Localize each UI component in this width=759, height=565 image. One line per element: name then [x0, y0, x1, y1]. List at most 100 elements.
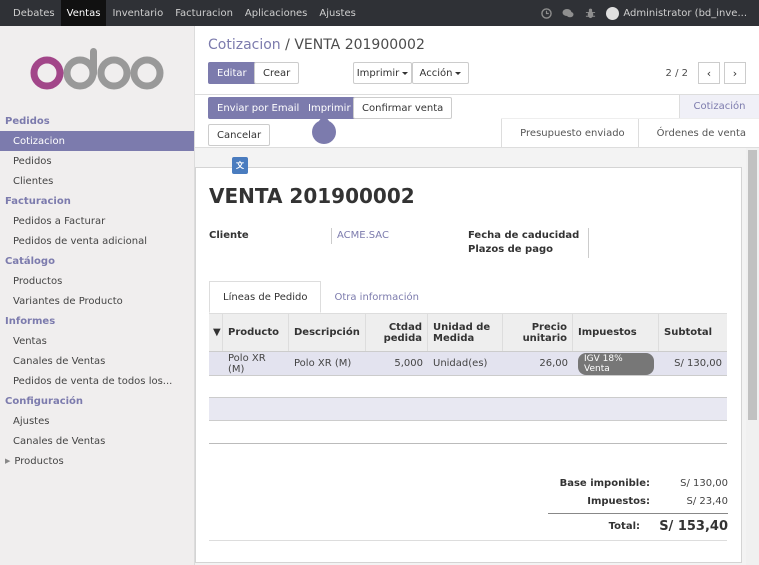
col-taxes[interactable]: Impuestos	[573, 314, 659, 351]
caret-right-icon: ▶	[5, 457, 11, 465]
sidebar-item-ajustes[interactable]: Ajustes	[0, 411, 194, 431]
menu-ajustes[interactable]: Ajustes	[313, 0, 361, 26]
order-lines-table: ▼ Producto Descripción Ctdad pedida Unid…	[209, 314, 727, 376]
field-divider	[588, 228, 589, 258]
sidebar: Pedidos Cotizacion Pedidos Clientes Fact…	[0, 26, 195, 565]
sidebar-item-pedidos-todos[interactable]: Pedidos de venta de todos los...	[0, 371, 194, 391]
pager-value[interactable]: 2 / 2	[666, 68, 688, 79]
sidebar-item-canales-config[interactable]: Canales de Ventas	[0, 431, 194, 451]
breadcrumb-parent[interactable]: Cotizacion	[208, 37, 281, 53]
form-area: 文 VENTA 201900002 Cliente ACME.SAC Fecha…	[195, 148, 759, 565]
table-row[interactable]: Polo XR (M) Polo XR (M) 5,000 Unidad(es)…	[209, 352, 727, 376]
send-email-button[interactable]: Enviar por Email	[208, 97, 309, 119]
sidebar-item-productos[interactable]: Productos	[0, 271, 194, 291]
table-header: ▼ Producto Descripción Ctdad pedida Unid…	[209, 314, 727, 352]
sidebar-item-productos-config[interactable]: ▶ Productos	[0, 451, 194, 471]
expiry-label: Fecha de caducidad	[468, 230, 580, 241]
tax-row: Impuestos: S/ 23,40	[548, 492, 728, 510]
col-quantity[interactable]: Ctdad pedida	[366, 314, 428, 351]
nav-section-informes: Informes	[5, 315, 56, 327]
col-unit-price[interactable]: Precio unitario	[503, 314, 573, 351]
print-dropdown-button[interactable]: Imprimir	[353, 62, 412, 84]
clock-icon[interactable]	[540, 7, 552, 19]
stage-sent[interactable]: Presupuesto enviado	[501, 118, 638, 149]
cancel-button[interactable]: Cancelar	[208, 124, 271, 146]
scrollbar-thumb[interactable]	[748, 150, 757, 420]
empty-row	[209, 397, 727, 421]
nav-section-configuracion: Configuración	[5, 395, 84, 407]
customer-value[interactable]: ACME.SAC	[337, 230, 389, 241]
next-record-button[interactable]: ›	[724, 62, 746, 84]
form-sheet: 文 VENTA 201900002 Cliente ACME.SAC Fecha…	[195, 157, 742, 563]
chat-icon[interactable]	[562, 7, 574, 19]
col-product[interactable]: Producto	[223, 314, 289, 351]
total-value: S/ 153,40	[659, 518, 728, 534]
form-tabs: Líneas de Pedido Otra información	[209, 281, 432, 313]
sort-handle-icon[interactable]: ▼	[209, 314, 223, 351]
caret-down-icon	[455, 71, 462, 75]
scrollbar[interactable]	[746, 148, 759, 565]
main-content: Cotizacion / VENTA 201900002 Editar Crea…	[195, 26, 759, 565]
sheet-bottom-divider	[209, 540, 727, 541]
translate-icon[interactable]: 文	[232, 157, 248, 174]
cell-uom: Unidad(es)	[433, 358, 488, 369]
tab-other-info[interactable]: Otra información	[321, 281, 432, 313]
menu-facturacion[interactable]: Facturacion	[169, 0, 239, 26]
field-divider	[331, 228, 332, 244]
app-menu: Debates Ventas Inventario Facturacion Ap…	[0, 0, 362, 26]
user-menu[interactable]: Administrator (bd_inve...	[606, 6, 747, 20]
user-name: Administrator (bd_inve...	[623, 7, 747, 19]
total-row: Total: S/ 153,40	[548, 517, 728, 535]
tip-indicator[interactable]	[312, 114, 336, 144]
cell-description: Polo XR (M)	[294, 358, 352, 369]
action-dropdown-button[interactable]: Acción	[412, 62, 469, 84]
nav-section-catalogo: Catálogo	[5, 255, 55, 267]
sidebar-item-cotizacion[interactable]: Cotizacion	[0, 131, 194, 151]
cell-taxes: IGV 18% Venta	[573, 352, 659, 375]
pager: 2 / 2 ‹ ›	[666, 62, 746, 84]
totals-divider	[548, 513, 728, 514]
sidebar-item-ventas[interactable]: Ventas	[0, 331, 194, 351]
tab-order-lines[interactable]: Líneas de Pedido	[209, 281, 322, 313]
nav-section-pedidos: Pedidos	[5, 115, 50, 127]
sidebar-item-variantes[interactable]: Variantes de Producto	[0, 291, 194, 311]
tax-label: Impuestos:	[587, 495, 650, 507]
menu-inventario[interactable]: Inventario	[106, 0, 169, 26]
total-label: Total:	[608, 520, 640, 532]
sidebar-item-label: Productos	[14, 455, 64, 467]
sidebar-item-pedidos-adicional[interactable]: Pedidos de venta adicional	[0, 231, 194, 251]
menu-aplicaciones[interactable]: Aplicaciones	[239, 0, 313, 26]
sidebar-item-pedidos[interactable]: Pedidos	[0, 151, 194, 171]
customer-label: Cliente	[209, 230, 249, 241]
base-value: S/ 130,00	[680, 477, 728, 489]
edit-button[interactable]: Editar	[208, 62, 256, 84]
bug-icon[interactable]	[584, 7, 596, 19]
control-panel: Cotizacion / VENTA 201900002 Editar Crea…	[195, 26, 759, 95]
document-title: VENTA 201900002	[209, 184, 415, 208]
stage-quotation: Cotización	[679, 95, 759, 118]
tax-value: S/ 23,40	[686, 495, 728, 507]
sidebar-item-clientes[interactable]: Clientes	[0, 171, 194, 191]
menu-debates[interactable]: Debates	[0, 0, 61, 26]
cell-product: Polo XR (M)	[228, 352, 266, 375]
action-dropdown-label: Acción	[419, 67, 453, 79]
sidebar-item-canales[interactable]: Canales de Ventas	[0, 351, 194, 371]
avatar	[606, 6, 620, 20]
base-label: Base imponible:	[559, 477, 650, 489]
confirm-sale-button[interactable]: Confirmar venta	[353, 97, 453, 119]
top-navbar: Debates Ventas Inventario Facturacion Ap…	[0, 0, 759, 26]
col-uom[interactable]: Unidad de Medida	[428, 314, 503, 351]
col-description[interactable]: Descripción	[289, 314, 366, 351]
stage-list: Presupuesto enviado Órdenes de venta	[501, 118, 759, 149]
stage-sales-order[interactable]: Órdenes de venta	[637, 118, 759, 149]
cell-subtotal: S/ 130,00	[674, 358, 722, 369]
sidebar-item-pedidos-a-facturar[interactable]: Pedidos a Facturar	[0, 211, 194, 231]
tax-badge: IGV 18% Venta	[578, 352, 654, 375]
previous-record-button[interactable]: ‹	[698, 62, 720, 84]
print-button[interactable]: Imprimir	[299, 97, 360, 119]
create-button[interactable]: Crear	[254, 62, 300, 84]
breadcrumb: Cotizacion / VENTA 201900002	[208, 37, 425, 53]
menu-ventas[interactable]: Ventas	[60, 0, 107, 26]
nav-section-facturacion: Facturacion	[5, 195, 71, 207]
col-subtotal[interactable]: Subtotal	[659, 314, 727, 351]
